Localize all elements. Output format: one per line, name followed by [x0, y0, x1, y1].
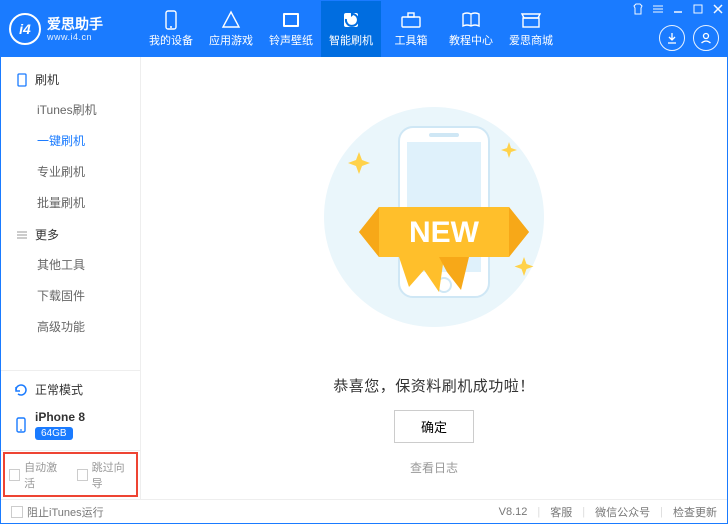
sidebar-item-pro-flash[interactable]: 专业刷机: [1, 156, 140, 187]
view-log-link[interactable]: 查看日志: [410, 459, 458, 476]
device-icon: [13, 417, 29, 433]
list-icon: [15, 228, 29, 242]
skip-setup-checkbox[interactable]: 跳过向导: [77, 459, 133, 491]
device-row[interactable]: iPhone 8 64GB: [1, 404, 140, 446]
ribbon-text: NEW: [409, 216, 480, 249]
nav-label: 工具箱: [395, 32, 428, 48]
toolbox-icon: [400, 10, 422, 30]
mode-label: 正常模式: [35, 381, 83, 398]
checkbox-icon: [77, 469, 88, 481]
block-itunes-checkbox[interactable]: 阻止iTunes运行: [11, 504, 104, 520]
checkbox-icon: [11, 506, 23, 518]
close-button[interactable]: [711, 2, 725, 16]
sidebar-group-flash[interactable]: 刷机: [1, 65, 140, 94]
nav-ringtones[interactable]: 铃声壁纸: [261, 1, 321, 57]
success-illustration: NEW: [157, 67, 711, 367]
store-icon: [520, 10, 542, 30]
main-content: NEW 恭喜您，保资料刷机成功啦！ 确定 查看日志: [141, 57, 727, 499]
flash-icon: [340, 10, 362, 30]
checkbox-label: 自动激活: [24, 459, 64, 491]
sidebar: 刷机 iTunes刷机 一键刷机 专业刷机 批量刷机 更多 其他工具 下载固件 …: [1, 57, 141, 499]
sidebar-item-itunes-flash[interactable]: iTunes刷机: [1, 94, 140, 125]
mode-row[interactable]: 正常模式: [1, 375, 140, 404]
storage-badge: 64GB: [35, 427, 73, 440]
nav-label: 智能刷机: [329, 32, 373, 48]
app-url: www.i4.cn: [47, 32, 103, 42]
sidebar-group-label: 刷机: [35, 71, 59, 88]
wallpaper-icon: [280, 10, 302, 30]
auto-activate-checkbox[interactable]: 自动激活: [9, 459, 65, 491]
success-message: 恭喜您，保资料刷机成功啦！: [333, 375, 535, 396]
menu-icon[interactable]: [651, 2, 665, 16]
nav-flash[interactable]: 智能刷机: [321, 1, 381, 57]
nav-label: 爱思商城: [509, 32, 553, 48]
check-update-link[interactable]: 检查更新: [673, 504, 717, 520]
sidebar-group-more[interactable]: 更多: [1, 220, 140, 249]
nav-my-device[interactable]: 我的设备: [141, 1, 201, 57]
sidebar-item-oneclick-flash[interactable]: 一键刷机: [1, 125, 140, 156]
top-nav: 我的设备 应用游戏 铃声壁纸 智能刷机: [141, 1, 561, 57]
nav-label: 教程中心: [449, 32, 493, 48]
nav-store[interactable]: 爱思商城: [501, 1, 561, 57]
version-label: V8.12: [499, 506, 528, 518]
titlebar: i4 爱思助手 www.i4.cn 我的设备 应用游戏: [1, 1, 727, 57]
apps-icon: [220, 10, 242, 30]
header-shortcuts: [659, 25, 719, 51]
maximize-button[interactable]: [691, 2, 705, 16]
logo: i4 爱思助手 www.i4.cn: [1, 13, 141, 45]
checkbox-icon: [9, 469, 20, 481]
nav-tutorials[interactable]: 教程中心: [441, 1, 501, 57]
download-button[interactable]: [659, 25, 685, 51]
support-link[interactable]: 客服: [550, 504, 572, 520]
checkbox-label: 跳过向导: [92, 459, 132, 491]
nav-label: 应用游戏: [209, 32, 253, 48]
sidebar-item-advanced[interactable]: 高级功能: [1, 311, 140, 342]
nav-label: 我的设备: [149, 32, 193, 48]
user-button[interactable]: [693, 25, 719, 51]
ok-button[interactable]: 确定: [394, 410, 474, 443]
device-name: iPhone 8: [35, 410, 85, 424]
nav-label: 铃声壁纸: [269, 32, 313, 48]
logo-icon: i4: [9, 13, 41, 45]
status-bar: 阻止iTunes运行 V8.12 | 客服 | 微信公众号 | 检查更新: [1, 499, 727, 523]
flash-options: 自动激活 跳过向导: [1, 450, 140, 499]
nav-apps[interactable]: 应用游戏: [201, 1, 261, 57]
app-name: 爱思助手: [47, 16, 103, 32]
sidebar-item-download-firmware[interactable]: 下载固件: [1, 280, 140, 311]
tshirt-icon[interactable]: [631, 2, 645, 16]
refresh-icon: [13, 382, 29, 398]
sidebar-group-label: 更多: [35, 226, 59, 243]
checkbox-label: 阻止iTunes运行: [27, 504, 104, 520]
book-icon: [460, 10, 482, 30]
window-controls: [631, 1, 725, 17]
sidebar-item-other-tools[interactable]: 其他工具: [1, 249, 140, 280]
sidebar-item-batch-flash[interactable]: 批量刷机: [1, 187, 140, 218]
phone-icon: [160, 10, 182, 30]
minimize-button[interactable]: [671, 2, 685, 16]
nav-tools[interactable]: 工具箱: [381, 1, 441, 57]
wechat-link[interactable]: 微信公众号: [595, 504, 650, 520]
phone-outline-icon: [15, 73, 29, 87]
